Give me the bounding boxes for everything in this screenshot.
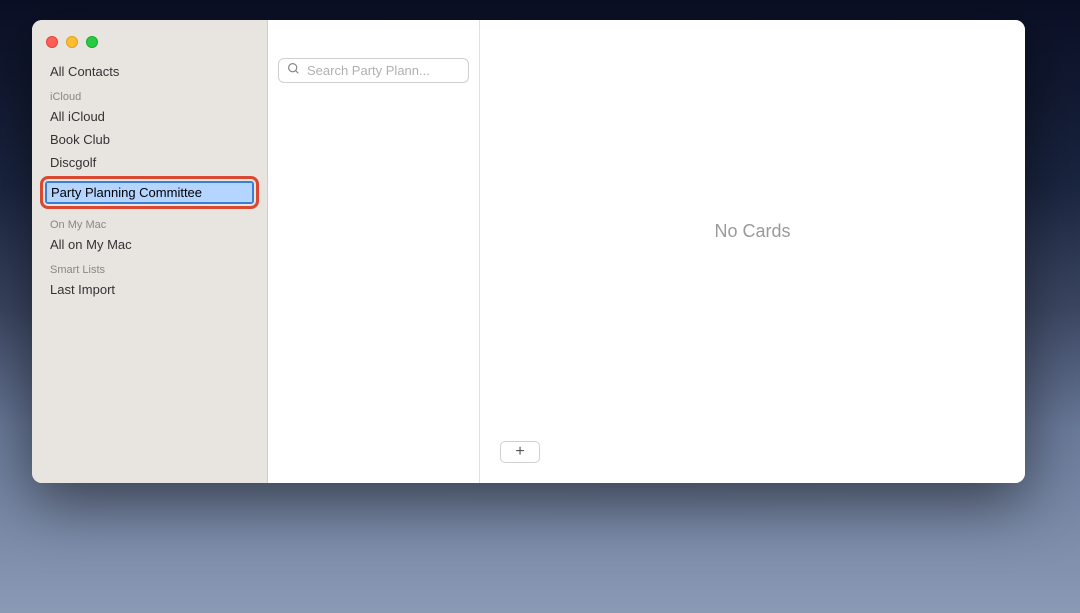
contact-detail-pane: No Cards + <box>480 20 1025 483</box>
search-field-wrapper <box>278 58 469 83</box>
search-input[interactable] <box>307 63 460 78</box>
minimize-window-button[interactable] <box>66 36 78 48</box>
sidebar: All Contacts iCloud All iCloud Book Club… <box>32 20 268 483</box>
sidebar-section-smart-lists: Smart Lists <box>32 256 267 278</box>
contacts-list-pane <box>268 20 480 483</box>
close-window-button[interactable] <box>46 36 58 48</box>
plus-icon: + <box>515 443 524 461</box>
sidebar-section-icloud: iCloud <box>32 83 267 105</box>
sidebar-item-editing-highlight <box>40 176 259 209</box>
maximize-window-button[interactable] <box>86 36 98 48</box>
search-icon <box>287 62 300 80</box>
sidebar-item-all-contacts[interactable]: All Contacts <box>32 60 267 83</box>
sidebar-item-book-club[interactable]: Book Club <box>32 128 267 151</box>
sidebar-item-discgolf[interactable]: Discgolf <box>32 151 267 174</box>
sidebar-item-editing-focus <box>45 181 254 204</box>
group-name-input[interactable] <box>47 183 252 202</box>
sidebar-item-last-import[interactable]: Last Import <box>32 278 267 301</box>
add-contact-button[interactable]: + <box>500 441 540 463</box>
window-controls <box>32 30 267 60</box>
contacts-window: All Contacts iCloud All iCloud Book Club… <box>32 20 1025 483</box>
sidebar-section-on-my-mac: On My Mac <box>32 211 267 233</box>
empty-state-text: No Cards <box>714 221 790 242</box>
sidebar-item-all-icloud[interactable]: All iCloud <box>32 105 267 128</box>
sidebar-item-all-on-my-mac[interactable]: All on My Mac <box>32 233 267 256</box>
